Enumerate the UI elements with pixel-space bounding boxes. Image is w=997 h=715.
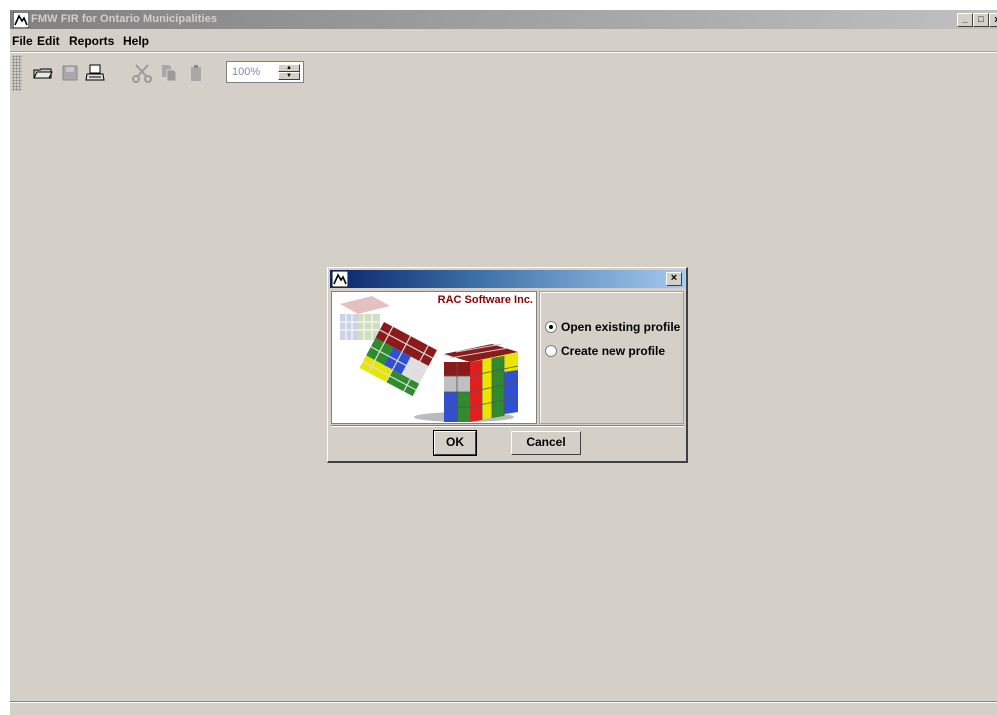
copy-icon (162, 65, 177, 82)
menu-bar: File Edit Reports Help (10, 30, 997, 50)
title-bar[interactable]: FMW FIR for Ontario Municipalities _ □ x (10, 10, 997, 29)
zoom-up-button[interactable]: ▲ (278, 64, 300, 72)
splash-image: RAC Software Inc. (331, 291, 537, 424)
cancel-button[interactable]: Cancel (511, 431, 581, 455)
minimize-button[interactable]: _ (957, 13, 973, 27)
open-button[interactable] (32, 62, 54, 84)
menu-edit[interactable]: Edit (37, 34, 60, 48)
copy-button[interactable] (158, 62, 180, 84)
cut-button[interactable] (131, 62, 153, 84)
radio-button[interactable] (545, 344, 557, 357)
arrow-up-icon: ▲ (286, 65, 292, 71)
save-icon (62, 65, 78, 81)
menu-reports[interactable]: Reports (69, 34, 114, 48)
menu-file[interactable]: File (12, 34, 33, 48)
dialog-title-bar[interactable]: × (330, 270, 685, 288)
dialog-divider (331, 425, 684, 427)
dialog-close-button[interactable]: × (666, 272, 682, 286)
open-folder-icon (33, 68, 53, 79)
paste-icon (191, 65, 201, 81)
profile-dialog: × RAC Software Inc. Open existing profil… (327, 267, 688, 463)
maximize-button[interactable]: □ (973, 13, 989, 27)
window-title: FMW FIR for Ontario Municipalities (31, 13, 218, 25)
radio-button[interactable] (545, 320, 557, 333)
maximize-icon: □ (978, 14, 984, 24)
paste-button[interactable] (185, 62, 207, 84)
toolbar: 100% ▲ ▼ (10, 53, 997, 93)
option-label: Open existing profile (561, 319, 681, 334)
toolbar-grip[interactable] (12, 55, 22, 91)
profile-options: Open existing profile Create new profile (539, 291, 684, 424)
zoom-down-button[interactable]: ▼ (278, 72, 300, 80)
close-button[interactable]: x (989, 13, 997, 27)
print-button[interactable] (84, 62, 106, 84)
app-logo-icon (13, 12, 29, 28)
zoom-value[interactable]: 100% (232, 66, 260, 78)
radio-open-existing[interactable]: Open existing profile (545, 319, 680, 335)
zoom-spinner[interactable]: 100% ▲ ▼ (226, 61, 304, 83)
minimize-icon: _ (962, 14, 968, 24)
print-icon (85, 64, 105, 81)
option-label: Create new profile (561, 343, 666, 358)
app-logo-icon (332, 271, 348, 287)
menu-help[interactable]: Help (123, 34, 149, 48)
save-button[interactable] (59, 62, 81, 84)
cut-icon (132, 64, 152, 83)
radio-create-new[interactable]: Create new profile (545, 343, 665, 359)
zoom-spin-buttons: ▲ ▼ (278, 64, 300, 80)
status-bar (10, 701, 997, 715)
cubes-illustration (340, 296, 519, 422)
arrow-down-icon: ▼ (286, 73, 292, 79)
close-icon: × (670, 272, 678, 284)
ok-button[interactable]: OK (433, 430, 477, 456)
